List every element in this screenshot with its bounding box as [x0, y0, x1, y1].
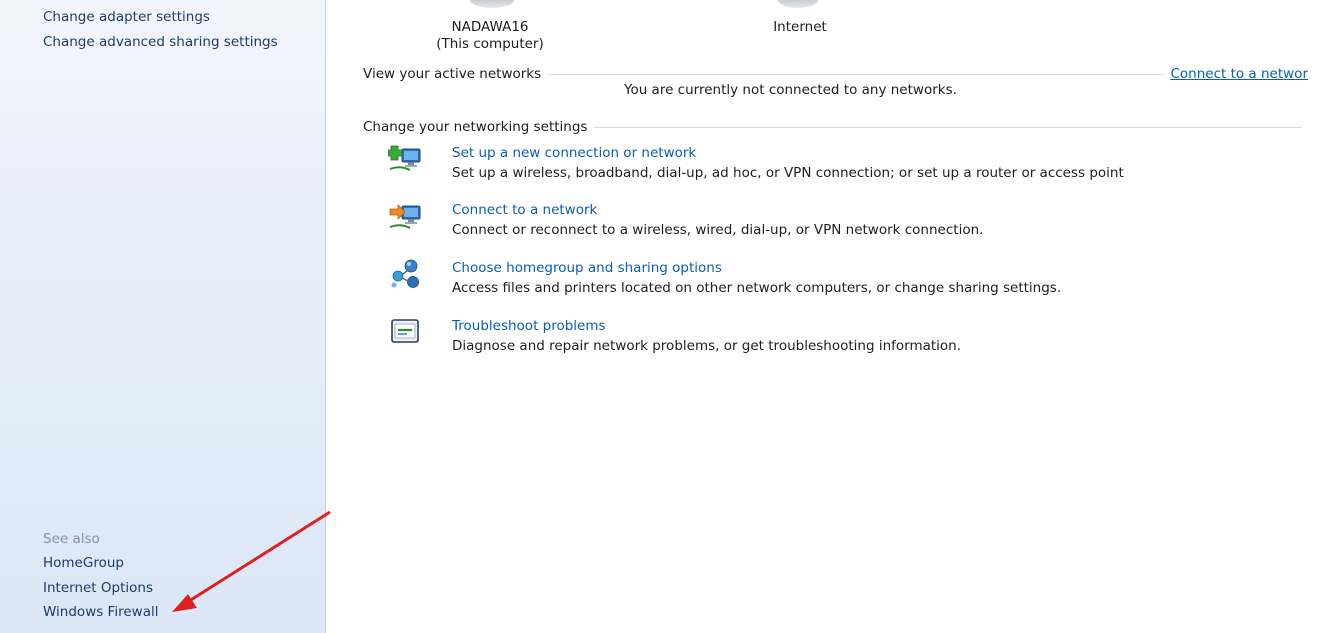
annotation-arrow [172, 510, 331, 612]
